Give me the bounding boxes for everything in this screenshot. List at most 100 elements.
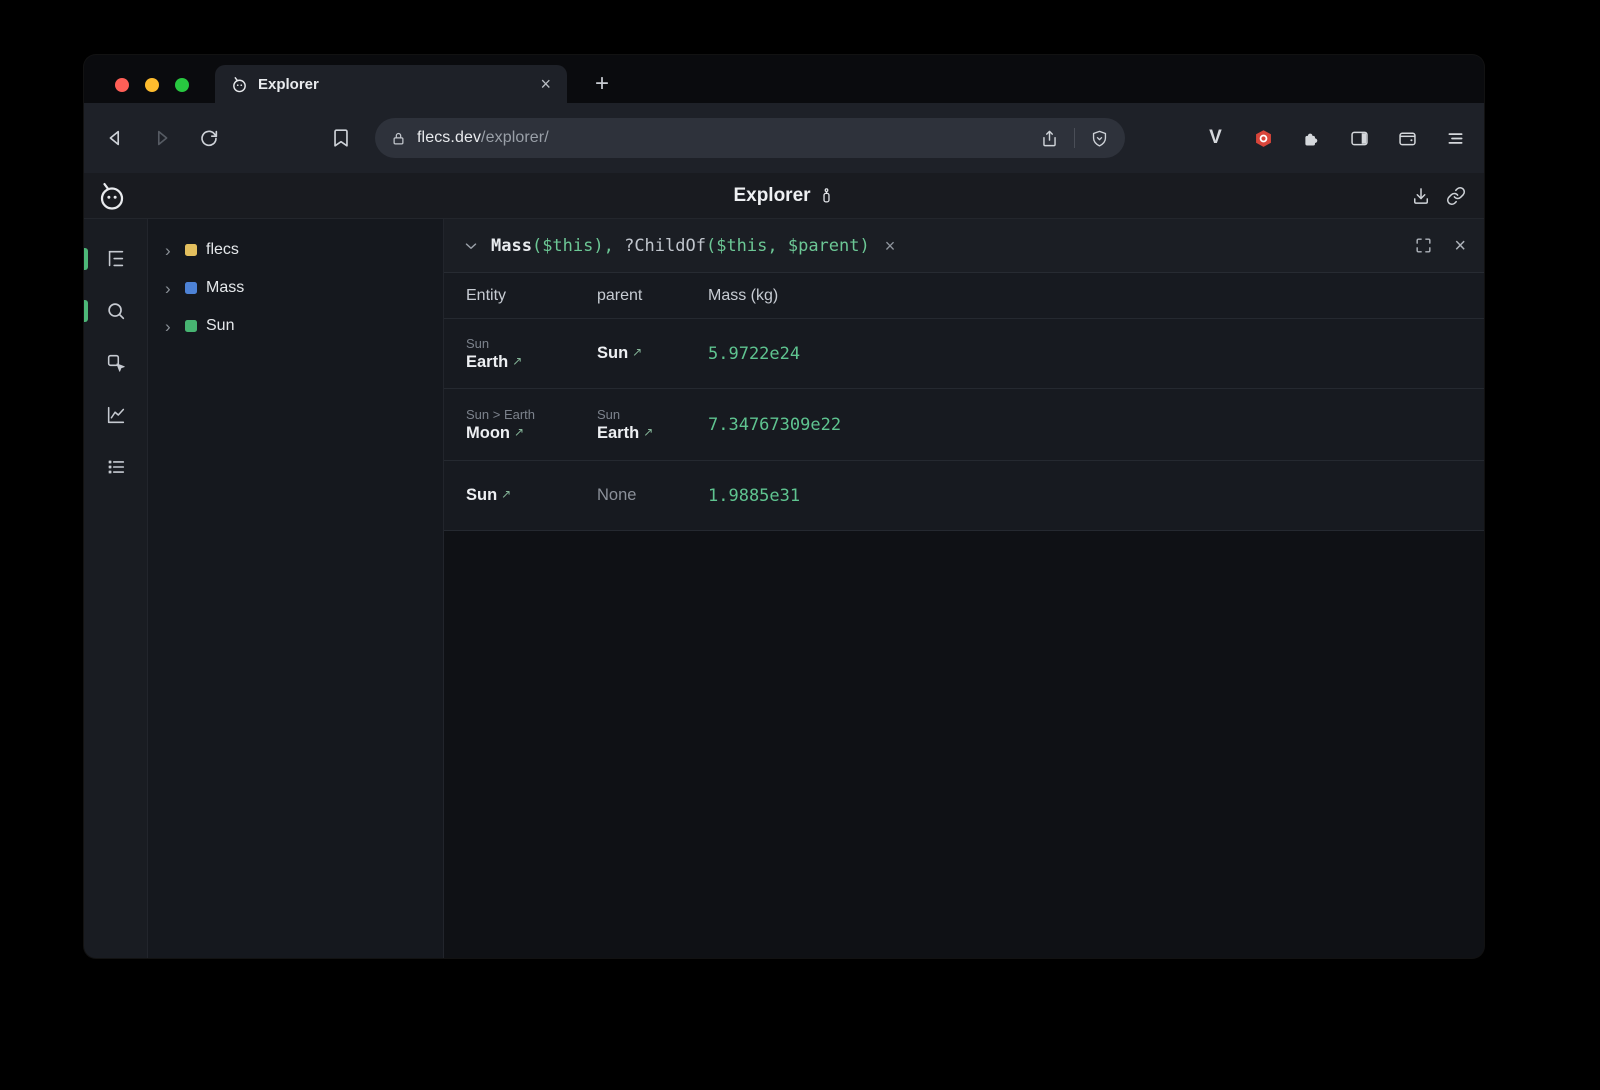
expander-icon[interactable]: › <box>165 280 176 297</box>
sidebar-item-inspect[interactable] <box>84 337 147 389</box>
inspector-icon <box>105 352 127 374</box>
external-link-icon: ↗ <box>501 487 511 501</box>
results-table: Entity parent Mass (kg) Sun Earth↗ Sun↗ … <box>444 273 1484 531</box>
table-row: Sun Earth↗ Sun↗ 5.9722e24 <box>444 318 1484 388</box>
new-tab-button[interactable]: + <box>584 66 620 102</box>
share-link-icon[interactable] <box>1446 186 1466 206</box>
extensions-puzzle-icon[interactable] <box>1297 121 1326 155</box>
brave-shield-icon[interactable] <box>1090 129 1109 148</box>
zoom-window-button[interactable] <box>175 78 189 92</box>
lock-icon <box>391 131 406 146</box>
parent-link[interactable]: Sun↗ <box>597 344 708 363</box>
tab-explorer[interactable]: Explorer × <box>215 65 567 103</box>
query-panel: Mass($this), ?ChildOf($this, $parent) × … <box>444 219 1484 958</box>
entity-swatch <box>185 282 197 294</box>
expander-icon[interactable]: › <box>165 242 176 259</box>
parent-none: None <box>597 486 708 505</box>
reload-button[interactable] <box>192 121 226 155</box>
window-controls <box>115 78 189 92</box>
table-row: Sun↗ None 1.9885e31 <box>444 460 1484 530</box>
flecs-favicon-icon <box>231 76 248 93</box>
tree-icon <box>105 248 127 270</box>
download-icon[interactable] <box>1411 186 1431 206</box>
query-clear-icon[interactable]: × <box>885 237 896 255</box>
column-entity: Entity <box>466 287 597 305</box>
back-button[interactable] <box>98 121 132 155</box>
parent-cell: None <box>597 486 708 505</box>
entity-link[interactable]: Moon↗ <box>466 424 597 443</box>
forward-icon <box>151 127 173 149</box>
sidebar-item-tree[interactable] <box>84 233 147 285</box>
table-header: Entity parent Mass (kg) <box>444 273 1484 318</box>
entity-link[interactable]: Sun↗ <box>466 486 597 505</box>
reload-icon <box>198 127 220 149</box>
tree-item-sun[interactable]: › Sun <box>148 307 443 345</box>
tree-item-label: Mass <box>206 279 244 297</box>
chevron-down-icon[interactable] <box>462 237 480 255</box>
external-link-icon: ↗ <box>643 425 653 439</box>
bookmark-button[interactable] <box>324 121 358 155</box>
query-term: ($this), <box>532 236 624 256</box>
url-text[interactable]: flecs.dev/explorer/ <box>417 129 1040 147</box>
column-mass: Mass (kg) <box>708 287 1484 305</box>
tree-item-mass[interactable]: › Mass <box>148 269 443 307</box>
sidebar-item-profiler[interactable] <box>84 441 147 493</box>
browser-toolbar: flecs.dev/explorer/ V <box>84 103 1484 173</box>
tree-item-flecs[interactable]: › flecs <box>148 231 443 269</box>
active-indicator-query <box>84 300 88 322</box>
entity-cell: Sun > Earth Moon↗ <box>466 407 597 443</box>
share-icon[interactable] <box>1040 129 1059 148</box>
query-term: ($this, $parent) <box>706 236 870 256</box>
sidebar-toggle-icon[interactable] <box>1345 121 1374 155</box>
entity-path: Sun <box>466 336 597 351</box>
tree-item-label: flecs <box>206 241 239 259</box>
entity-cell: Sun↗ <box>466 486 597 505</box>
parent-cell: Sun↗ <box>597 344 708 363</box>
chart-icon <box>105 404 127 426</box>
tree-item-label: Sun <box>206 317 234 335</box>
parent-cell: Sun Earth↗ <box>597 407 708 443</box>
parent-path: Sun <box>597 407 708 422</box>
entity-tree-panel: › flecs › Mass › Sun <box>148 219 444 958</box>
tab-title: Explorer <box>258 76 530 93</box>
query-term: Mass <box>491 236 532 256</box>
tool-sidebar <box>84 219 148 958</box>
bookmark-icon <box>330 127 352 149</box>
menu-icon[interactable] <box>1441 121 1470 155</box>
entity-path: Sun > Earth <box>466 407 597 422</box>
rows-icon <box>105 456 127 478</box>
search-icon <box>105 300 127 322</box>
mass-value: 1.9885e31 <box>708 486 1484 506</box>
mass-value: 7.34767309e22 <box>708 415 1484 435</box>
tab-strip: Explorer × + <box>84 55 1484 103</box>
table-row: Sun > Earth Moon↗ Sun Earth↗ 7.34767309e… <box>444 388 1484 460</box>
entity-swatch <box>185 244 197 256</box>
query-expression[interactable]: Mass($this), ?ChildOf($this, $parent) <box>491 236 870 256</box>
external-link-icon: ↗ <box>514 425 524 439</box>
entity-cell: Sun Earth↗ <box>466 336 597 372</box>
sidebar-item-stats[interactable] <box>84 389 147 441</box>
entity-swatch <box>185 320 197 332</box>
expander-icon[interactable]: › <box>165 318 176 335</box>
tab-close-icon[interactable]: × <box>540 75 551 93</box>
close-window-button[interactable] <box>115 78 129 92</box>
extensions-area: V <box>1201 121 1470 155</box>
explorer-beacon-icon <box>818 187 835 204</box>
forward-button[interactable] <box>145 121 179 155</box>
hexagon-badge-icon[interactable] <box>1249 121 1278 155</box>
address-bar[interactable]: flecs.dev/explorer/ <box>375 118 1125 158</box>
wallet-icon[interactable] <box>1393 121 1422 155</box>
parent-link[interactable]: Earth↗ <box>597 424 708 443</box>
fullscreen-icon[interactable] <box>1414 236 1433 255</box>
entity-link[interactable]: Earth↗ <box>466 353 597 372</box>
back-icon <box>104 127 126 149</box>
column-parent: parent <box>597 287 708 305</box>
vue-devtools-icon[interactable]: V <box>1201 121 1230 155</box>
page-title: Explorer <box>733 185 810 207</box>
sidebar-item-query[interactable] <box>84 285 147 337</box>
url-domain: flecs.dev <box>417 129 481 146</box>
divider <box>1074 128 1075 148</box>
url-path: /explorer/ <box>481 129 549 146</box>
query-close-icon[interactable]: × <box>1454 236 1466 256</box>
minimize-window-button[interactable] <box>145 78 159 92</box>
